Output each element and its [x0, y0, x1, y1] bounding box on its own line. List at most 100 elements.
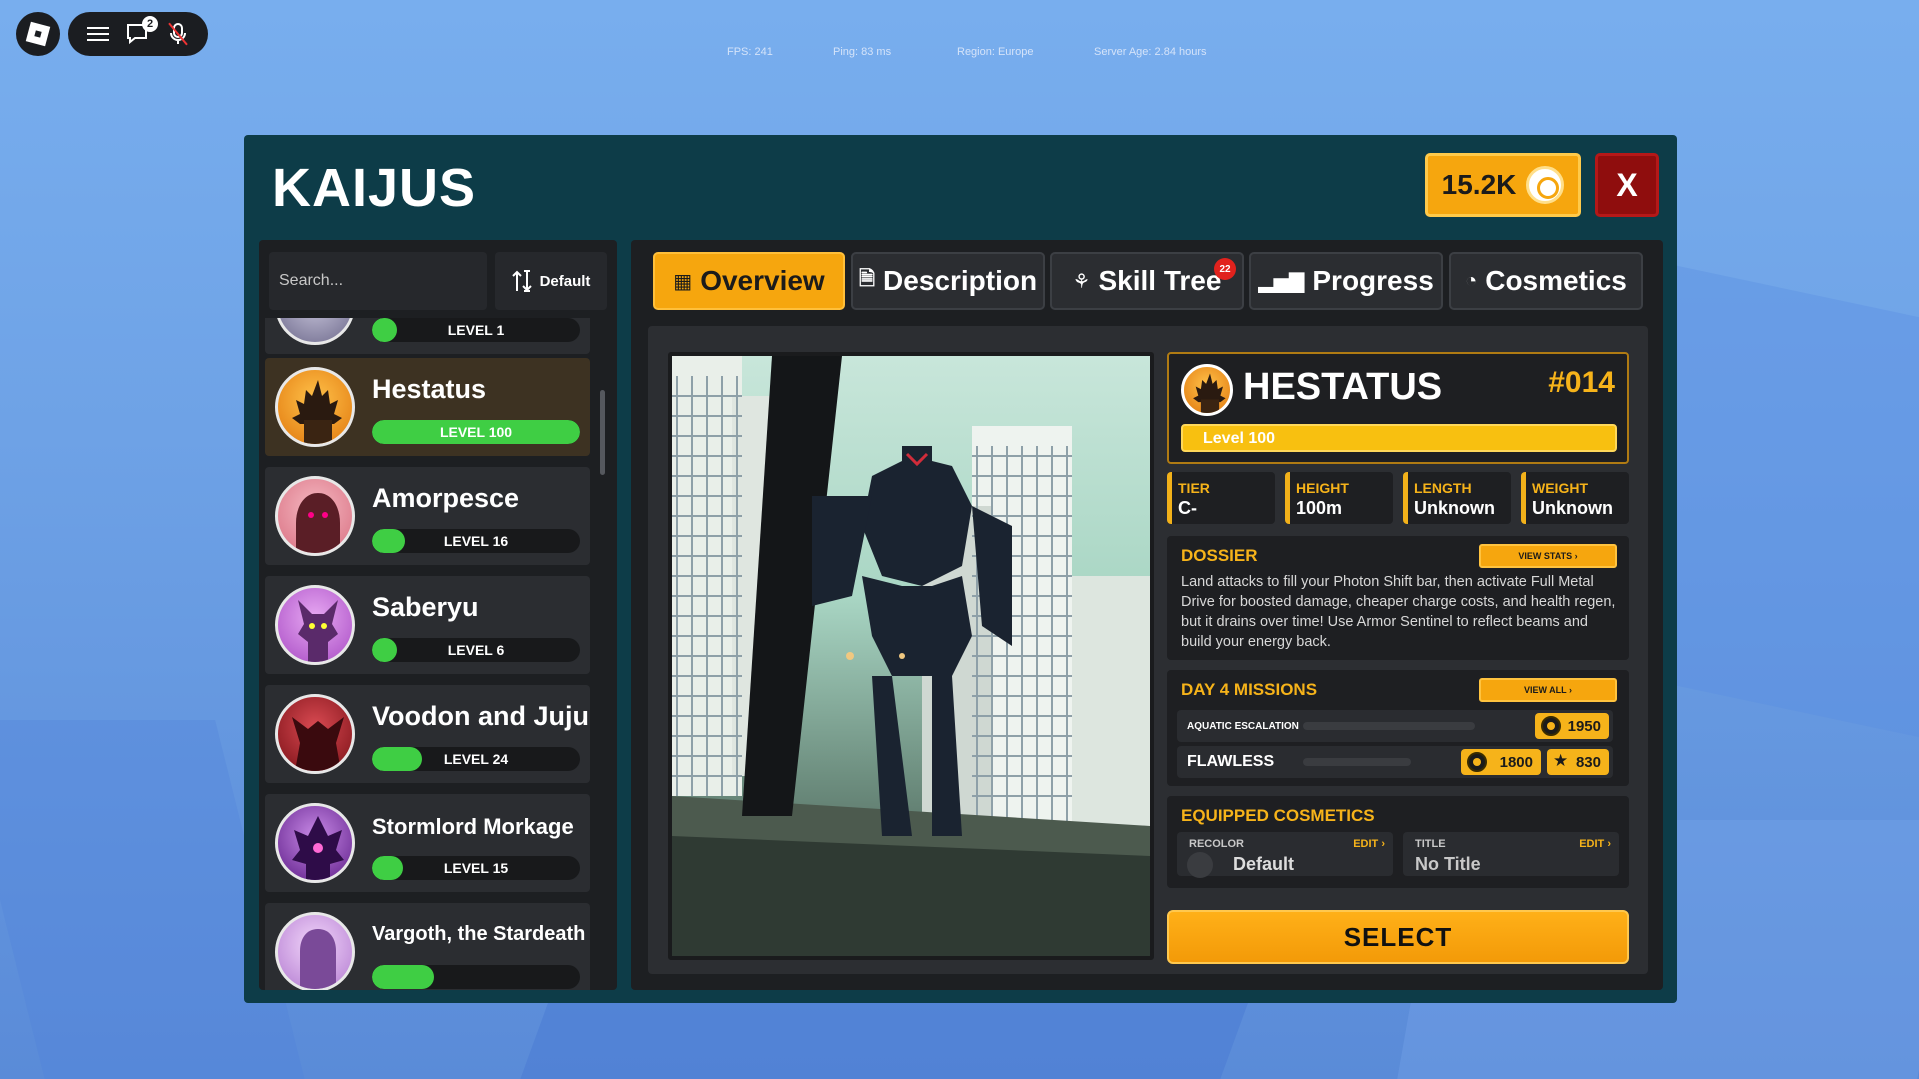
currency-display[interactable]: 15.2K — [1425, 153, 1581, 217]
stat-length: LENGTH Unknown — [1403, 472, 1511, 524]
level-bar — [372, 965, 580, 989]
kaiju-card-vargoth[interactable]: Vargoth, the Stardeath — [265, 903, 590, 990]
equipped-cosmetics-section: EQUIPPED COSMETICS RECOLOR EDIT › Defaul… — [1167, 796, 1629, 888]
dossier-title: DOSSIER — [1181, 546, 1258, 565]
tab-overview[interactable]: ▦ Overview — [653, 252, 845, 310]
kaiju-avatar — [275, 694, 355, 774]
ping-readout: Ping: 83 ms — [833, 46, 892, 58]
tab-progress[interactable]: ▂▅▇ Progress — [1249, 252, 1443, 310]
level-text: LEVEL 1 — [447, 322, 505, 338]
kaiju-name: Voodon and Juju — [372, 701, 589, 731]
kaiju-card-amorpesce[interactable]: Amorpesce LEVEL 16 — [265, 467, 590, 565]
kaiju-name: Saberyu — [372, 592, 479, 622]
mission-row: FLAWLESS 1800 ★ 830 — [1177, 746, 1613, 778]
coin-icon — [1467, 752, 1487, 772]
mission-row: AQUATIC ESCALATION 1950 — [1177, 710, 1613, 742]
palette-icon: ◔ — [1465, 269, 1478, 292]
level-text: LEVEL 24 — [443, 751, 509, 767]
missions-section: DAY 4 MISSIONS VIEW ALL › AQUATIC ESCALA… — [1167, 670, 1629, 786]
server-age-readout: Server Age: 2.84 hours — [1094, 46, 1207, 58]
region-readout: Region: Europe — [957, 46, 1034, 58]
level-bar: LEVEL 6 — [372, 638, 580, 662]
chat-icon[interactable]: 2 — [124, 16, 158, 48]
kaiju-card-voodon-and-juju[interactable]: Voodon and Juju LEVEL 24 — [265, 685, 590, 783]
kaiju-card-saberyu[interactable]: Saberyu LEVEL 6 — [265, 576, 590, 674]
kaiju-card-hestatus[interactable]: Hestatus LEVEL 100 — [265, 358, 590, 456]
level-text: LEVEL 16 — [443, 533, 509, 549]
server-stats-row: FPS: 241 Ping: 83 ms Region: Europe Serv… — [0, 46, 1919, 62]
star-icon: ★ — [1553, 751, 1569, 770]
kaiju-avatar — [275, 803, 355, 883]
search-input[interactable] — [269, 252, 487, 310]
edit-title-link[interactable]: EDIT › — [1579, 838, 1611, 850]
currency-amount: 15.2K — [1441, 169, 1517, 200]
missions-title: DAY 4 MISSIONS — [1181, 680, 1318, 699]
sort-icon — [511, 270, 532, 292]
overview-content: HESTATUS #014 Level 100 TIER C- HEIGHT 100… — [648, 326, 1648, 974]
microphone-muted-icon[interactable] — [164, 20, 192, 48]
kaiju-avatar — [275, 318, 355, 345]
tab-skill-tree[interactable]: ⚘ Skill Tree 22 — [1050, 252, 1244, 310]
star-reward: ★ 830 — [1547, 749, 1609, 775]
kaiju-avatar — [275, 476, 355, 556]
kaiju-name: Vargoth, the Stardeath — [372, 923, 586, 945]
stat-tier: TIER C- — [1167, 472, 1275, 524]
level-bar: LEVEL 100 — [372, 420, 580, 444]
recolor-slot[interactable]: RECOLOR EDIT › Default — [1177, 832, 1393, 878]
roblox-icon — [25, 21, 51, 47]
select-button[interactable]: SELECT — [1167, 910, 1629, 964]
kaiju-title: HESTATUS — [1243, 366, 1443, 408]
kaiju-card-stormlord-morkage[interactable]: Stormlord Morkage LEVEL 15 — [265, 794, 590, 892]
overview-icon: ▦ — [673, 270, 693, 293]
coin-reward: 1800 — [1461, 749, 1541, 775]
chat-notification-badge: 2 — [142, 16, 158, 32]
hamburger-menu-icon[interactable] — [84, 20, 112, 48]
kaiju-avatar — [275, 912, 355, 990]
kaiju-avatar — [1181, 364, 1233, 416]
panel-title: KAIJUS — [272, 158, 477, 218]
view-all-missions-button[interactable]: VIEW ALL › — [1479, 678, 1617, 702]
document-icon: 🗎 — [858, 268, 876, 290]
dossier-text: Land attacks to fill your Photon Shift b… — [1181, 574, 1616, 650]
level-text: LEVEL 15 — [443, 860, 509, 876]
level-text — [372, 965, 580, 989]
skill-tree-badge: 22 — [1214, 258, 1236, 280]
chart-icon: ▂▅▇ — [1258, 270, 1305, 293]
view-stats-button[interactable]: VIEW STATS › — [1479, 544, 1617, 568]
kaiju-card[interactable]: LEVEL 1 — [265, 318, 590, 354]
sort-button[interactable]: Default — [495, 252, 607, 310]
level-bar: LEVEL 24 — [372, 747, 580, 771]
close-button[interactable]: X — [1595, 153, 1659, 217]
fps-readout: FPS: 241 — [727, 46, 773, 58]
cosmetics-title: EQUIPPED COSMETICS — [1181, 806, 1375, 825]
recolor-swatch — [1187, 852, 1213, 878]
kaiju-stats-row: TIER C- HEIGHT 100m LENGTH Unknown WEIGHT Un… — [1167, 472, 1635, 526]
sort-label: Default — [539, 272, 591, 290]
tab-cosmetics[interactable]: ◔ Cosmetics — [1449, 252, 1643, 310]
kaiju-number: #014 — [1548, 366, 1615, 399]
stat-weight: WEIGHT Unknown — [1521, 472, 1629, 524]
list-scrollbar[interactable] — [600, 390, 605, 475]
level-bar: LEVEL 15 — [372, 856, 580, 880]
title-slot[interactable]: TITLE EDIT › No Title — [1403, 832, 1619, 876]
dossier-section: DOSSIER VIEW STATS › Land attacks to fil… — [1167, 536, 1629, 660]
level-text: LEVEL 100 — [439, 424, 513, 440]
level-bar: LEVEL 1 — [372, 318, 580, 342]
mission-name: AQUATIC ESCALATION — [1187, 721, 1299, 732]
kaiju-list-panel: Default LEVEL 1 Hestatus LEVEL 100 — [259, 240, 617, 990]
kaiju-name: Hestatus — [372, 374, 487, 404]
level-text: LEVEL 6 — [447, 642, 505, 658]
tab-description[interactable]: 🗎 Description — [851, 252, 1045, 310]
kaiju-render-image — [668, 352, 1154, 960]
kaijus-panel: KAIJUS 15.2K X Default LEVEL 1 Hestatus … — [244, 135, 1677, 1003]
level-bar: LEVEL 16 — [372, 529, 580, 553]
coin-icon — [1541, 716, 1561, 736]
mission-progress-bar — [1303, 722, 1475, 730]
edit-recolor-link[interactable]: EDIT › — [1353, 838, 1385, 850]
skill-tree-icon: ⚘ — [1072, 270, 1091, 293]
kaiju-header-card: HESTATUS #014 Level 100 — [1167, 352, 1629, 464]
kaiju-list: LEVEL 1 Hestatus LEVEL 100 Amorpesce LEV… — [265, 318, 595, 990]
kaiju-level-bar: Level 100 — [1181, 424, 1617, 452]
coin-icon — [1526, 166, 1565, 204]
kaiju-name: Stormlord Morkage — [372, 814, 574, 839]
